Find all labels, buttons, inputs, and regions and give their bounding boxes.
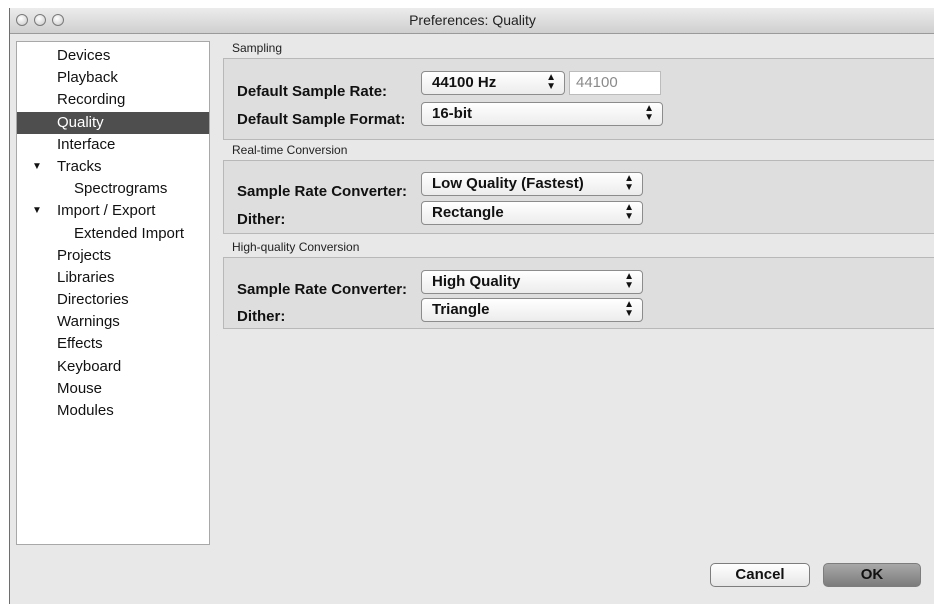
sidebar-item-label: Warnings bbox=[57, 313, 120, 331]
highquality-converter-value: High Quality bbox=[432, 273, 521, 290]
realtime-heading: Real-time Conversion bbox=[232, 143, 348, 157]
preferences-category-list: Devices Playback Recording Quality Inter… bbox=[16, 41, 210, 545]
cancel-button[interactable]: Cancel bbox=[710, 563, 810, 587]
sidebar-item-interface[interactable]: Interface bbox=[17, 134, 209, 156]
sidebar-item-label: Libraries bbox=[57, 268, 115, 286]
highquality-converter-label: Sample Rate Converter: bbox=[237, 281, 408, 298]
highquality-dither-select[interactable]: Triangle ▲ ▼ bbox=[421, 298, 643, 322]
realtime-dither-value: Rectangle bbox=[432, 204, 504, 221]
sample-rate-input[interactable]: 44100 bbox=[569, 71, 661, 95]
sidebar-item-label: Recording bbox=[57, 91, 126, 109]
select-arrows-icon: ▲ ▼ bbox=[624, 299, 634, 319]
highquality-heading: High-quality Conversion bbox=[232, 240, 360, 254]
sidebar-item-label: Keyboard bbox=[57, 357, 122, 375]
sidebar-item-effects[interactable]: Effects bbox=[17, 333, 209, 355]
sidebar-item-label: Spectrograms bbox=[74, 180, 168, 198]
sidebar-item-mouse[interactable]: Mouse bbox=[17, 378, 209, 400]
sidebar-item-label: Tracks bbox=[57, 157, 102, 175]
sampling-group: Default Sample Rate: 44100 Hz ▲ ▼ 44100 D… bbox=[223, 58, 934, 140]
sidebar-item-extended-import[interactable]: Extended Import bbox=[17, 223, 209, 245]
disclosure-triangle-icon[interactable]: ▼ bbox=[32, 200, 42, 222]
sample-format-select[interactable]: 16-bit ▲ ▼ bbox=[421, 102, 663, 126]
sidebar-item-libraries[interactable]: Libraries bbox=[17, 267, 209, 289]
sidebar-item-label: Effects bbox=[57, 335, 103, 353]
sidebar-item-import-export[interactable]: ▼ Import / Export bbox=[17, 200, 209, 222]
sidebar-item-playback[interactable]: Playback bbox=[17, 67, 209, 89]
sidebar-item-label: Mouse bbox=[57, 379, 103, 397]
sidebar-item-modules[interactable]: Modules bbox=[17, 400, 209, 422]
realtime-dither-label: Dither: bbox=[237, 211, 286, 228]
sidebar-item-label: Interface bbox=[57, 135, 116, 153]
highquality-converter-select[interactable]: High Quality ▲ ▼ bbox=[421, 270, 643, 294]
sidebar-item-label: Playback bbox=[57, 69, 118, 87]
select-arrows-icon: ▲ ▼ bbox=[624, 202, 634, 222]
sidebar-item-label: Extended Import bbox=[74, 224, 185, 242]
sidebar-item-label: Import / Export bbox=[57, 202, 156, 220]
sample-rate-value: 44100 Hz bbox=[432, 74, 497, 91]
select-arrows-icon: ▲ ▼ bbox=[546, 72, 556, 92]
sidebar-item-tracks[interactable]: ▼ Tracks bbox=[17, 156, 209, 178]
sidebar-item-spectrograms[interactable]: Spectrograms bbox=[17, 178, 209, 200]
sample-rate-select[interactable]: 44100 Hz ▲ ▼ bbox=[421, 71, 565, 95]
realtime-conversion-group: Sample Rate Converter: Low Quality (Fast… bbox=[223, 160, 934, 234]
sidebar-item-devices[interactable]: Devices bbox=[17, 45, 209, 67]
preferences-window: Preferences: Quality Devices Playback Re… bbox=[9, 8, 934, 604]
sidebar-item-warnings[interactable]: Warnings bbox=[17, 311, 209, 333]
window-title: Preferences: Quality bbox=[409, 12, 536, 28]
realtime-converter-select[interactable]: Low Quality (Fastest) ▲ ▼ bbox=[421, 172, 643, 196]
sidebar-item-quality[interactable]: Quality bbox=[17, 111, 209, 134]
sampling-heading: Sampling bbox=[232, 41, 283, 55]
sidebar-item-label: Quality bbox=[57, 113, 104, 131]
ok-button[interactable]: OK bbox=[823, 563, 921, 587]
sidebar-item-label: Devices bbox=[57, 47, 111, 64]
sidebar-item-projects[interactable]: Projects bbox=[17, 245, 209, 267]
sample-rate-label: Default Sample Rate: bbox=[237, 83, 388, 100]
select-arrows-icon: ▲ ▼ bbox=[644, 103, 654, 123]
disclosure-triangle-icon[interactable]: ▼ bbox=[32, 156, 42, 178]
sidebar-item-directories[interactable]: Directories bbox=[17, 289, 209, 311]
title-bar: Preferences: Quality bbox=[10, 8, 934, 34]
sample-format-value: 16-bit bbox=[432, 105, 473, 122]
sample-format-label: Default Sample Format: bbox=[237, 111, 406, 128]
select-arrows-icon: ▲ ▼ bbox=[624, 271, 634, 291]
highquality-dither-value: Triangle bbox=[432, 301, 490, 318]
select-arrows-icon: ▲ ▼ bbox=[624, 173, 634, 193]
realtime-dither-select[interactable]: Rectangle ▲ ▼ bbox=[421, 201, 643, 225]
sidebar-item-label: Modules bbox=[57, 402, 114, 419]
sidebar-item-keyboard[interactable]: Keyboard bbox=[17, 356, 209, 378]
highquality-dither-label: Dither: bbox=[237, 308, 286, 325]
sidebar-item-recording[interactable]: Recording bbox=[17, 89, 209, 111]
realtime-converter-value: Low Quality (Fastest) bbox=[432, 175, 584, 192]
sidebar-item-label: Directories bbox=[57, 291, 129, 309]
highquality-conversion-group: Sample Rate Converter: High Quality ▲ ▼ D… bbox=[223, 257, 934, 329]
sidebar-item-label: Projects bbox=[57, 246, 112, 264]
realtime-converter-label: Sample Rate Converter: bbox=[237, 183, 408, 200]
